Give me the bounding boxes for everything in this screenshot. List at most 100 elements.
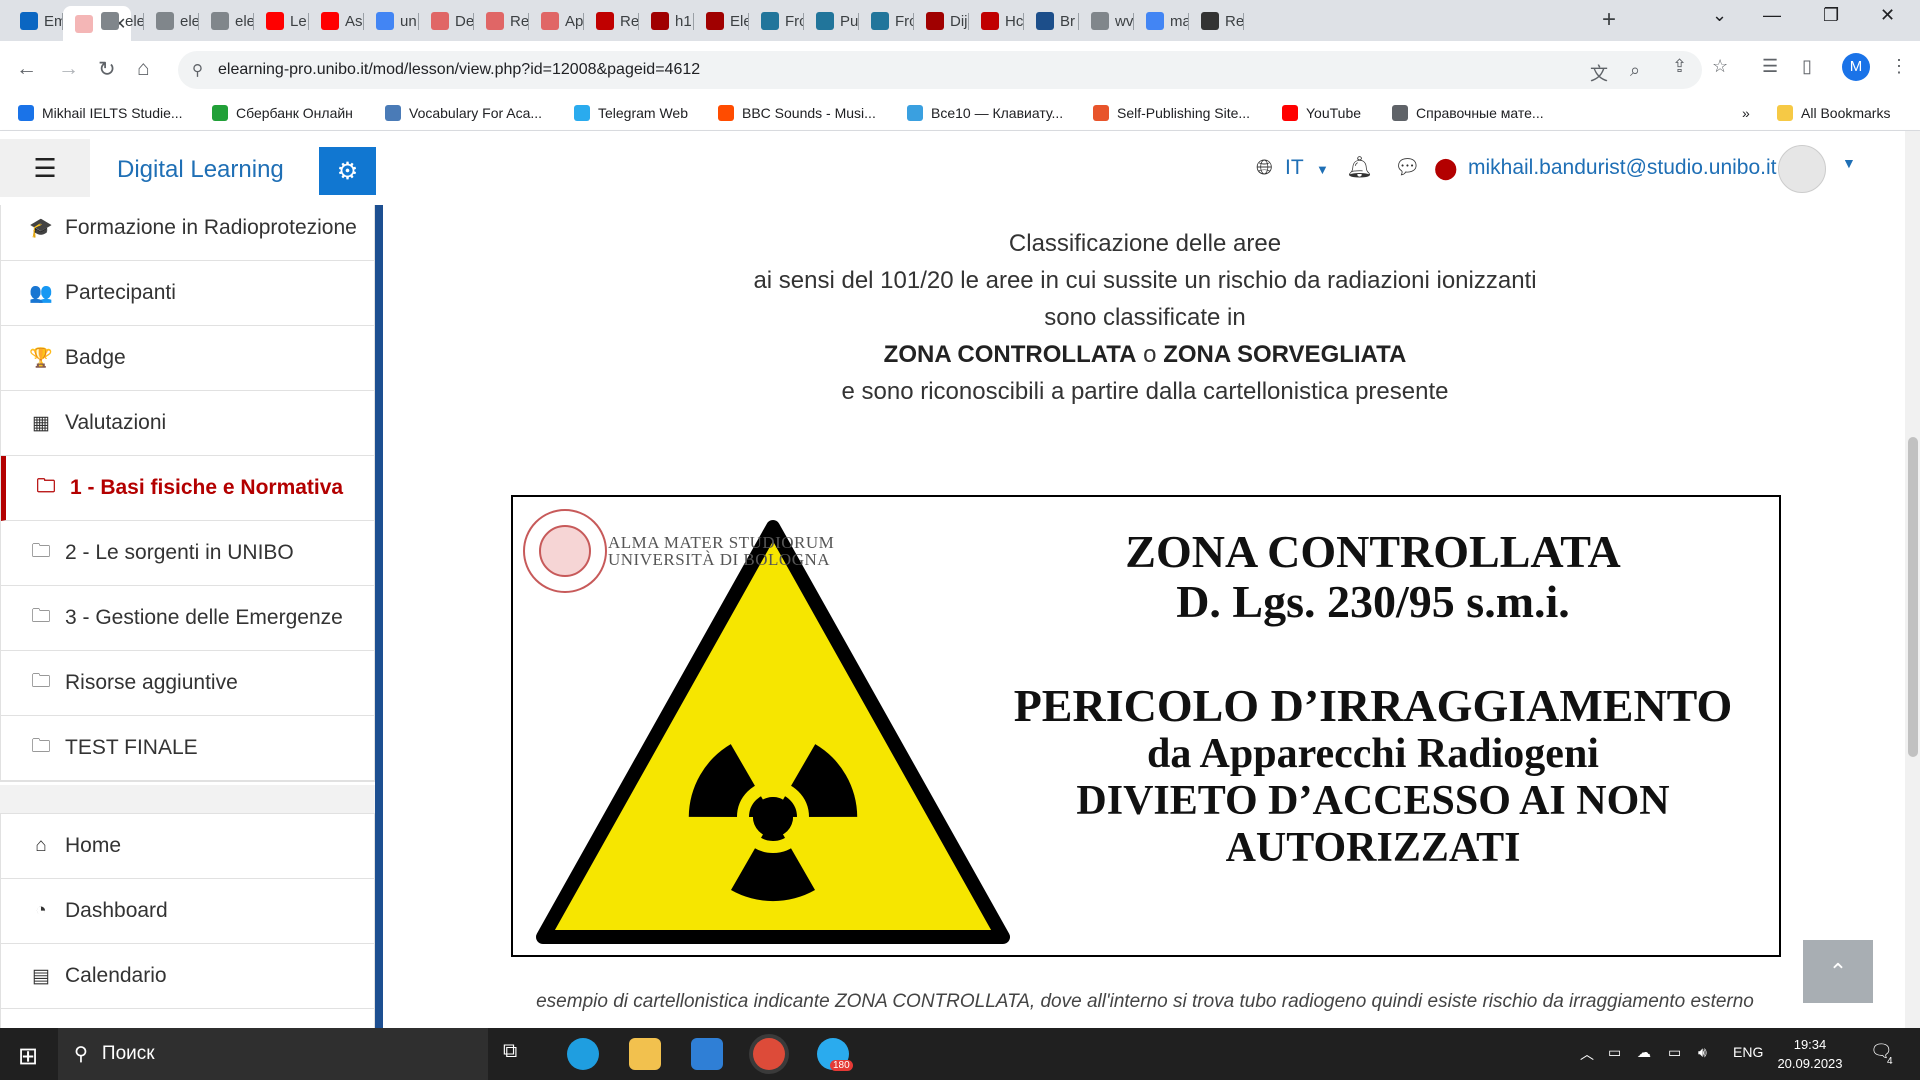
scrollbar-thumb[interactable]	[1908, 437, 1918, 757]
site-info-icon[interactable]: ⚲	[192, 61, 203, 79]
tab-search-icon[interactable]: ⌄	[1712, 5, 1727, 26]
forward-arrow-icon[interactable]: →	[58, 57, 79, 81]
input-language[interactable]: ENG	[1733, 1044, 1763, 1060]
address-bar[interactable]: ⚲ elearning-pro.unibo.it/mod/lesson/view…	[178, 51, 1702, 89]
back-arrow-icon[interactable]: ←	[16, 57, 37, 81]
tab-title: Dij	[950, 12, 968, 30]
reading-list-icon[interactable]: ☰	[1762, 56, 1778, 77]
sidebar-item[interactable]: ▤ Calendario	[1, 944, 374, 1009]
browser-tab[interactable]: Le:	[254, 6, 309, 36]
language-caret-icon[interactable]: ▼	[1316, 162, 1329, 177]
browser-tab[interactable]: Br	[1024, 6, 1079, 36]
home-button-icon[interactable]: ⌂	[137, 57, 150, 81]
user-email[interactable]: mikhail.bandurist@studio.unibo.it	[1468, 156, 1776, 180]
course-settings-cogs-icon[interactable]: ⚙	[319, 147, 376, 195]
sidebar-item[interactable]: 🏆 Badge	[1, 326, 374, 391]
browser-tab[interactable]: h1	[639, 6, 694, 36]
globe-icon[interactable]: 🌐︎	[1256, 156, 1273, 180]
browser-tab[interactable]: Ele	[694, 6, 749, 36]
share-icon[interactable]: ⇪	[1672, 56, 1687, 77]
user-avatar[interactable]	[1778, 145, 1826, 193]
browser-tab[interactable]: De	[419, 6, 474, 36]
browser-tab[interactable]: Frc	[859, 6, 914, 36]
bookmark-star-icon[interactable]: ☆	[1712, 56, 1728, 77]
sidebar-item[interactable]: 🗀 1 - Basi fisiche e Normativa	[1, 456, 374, 521]
messages-chat-icon[interactable]: 💬︎	[1394, 156, 1421, 180]
network-icon[interactable]: ▭	[1608, 1044, 1621, 1061]
browser-tab[interactable]: ma	[1134, 6, 1189, 36]
taskbar-search[interactable]: ⚲ Поиск	[58, 1028, 488, 1080]
sidebar-item[interactable]: 🗎File personali	[1, 1009, 374, 1028]
clock[interactable]: 19:34 20.09.2023	[1775, 1035, 1845, 1073]
browser-tab[interactable]: ele	[89, 6, 144, 36]
folder-icon: 🗀	[31, 541, 51, 562]
bookmark-item[interactable]: BBC Sounds - Musi...	[718, 105, 876, 121]
onedrive-cloud-icon[interactable]: ☁	[1637, 1044, 1651, 1061]
url-text[interactable]: elearning-pro.unibo.it/mod/lesson/view.p…	[218, 61, 700, 79]
menu-kebab-icon[interactable]: ⋮	[1890, 56, 1908, 77]
notifications-bell-icon[interactable]: 🔔︎	[1346, 156, 1373, 180]
zoom-icon[interactable]: ⌕	[1630, 60, 1640, 81]
browser-tab[interactable]: ele	[144, 6, 199, 36]
browser-tab[interactable]: Re	[1189, 6, 1244, 36]
edge-icon[interactable]	[567, 1038, 599, 1070]
browser-tab[interactable]: wv	[1079, 6, 1134, 36]
page-scrollbar[interactable]	[1905, 131, 1920, 1028]
file-explorer-icon[interactable]	[629, 1038, 661, 1070]
battery-icon[interactable]: ▭	[1668, 1044, 1681, 1061]
tab-title: Hc	[1005, 12, 1024, 30]
sidebar-item[interactable]: ▦ Valutazioni	[1, 391, 374, 456]
user-menu-caret-icon[interactable]: ▼	[1842, 155, 1856, 171]
maximize-button[interactable]: ❐	[1823, 5, 1839, 26]
bookmark-item[interactable]: Mikhail IELTS Studie...	[18, 105, 183, 121]
new-tab-button[interactable]: +	[1602, 6, 1616, 34]
browser-tab[interactable]: Dij	[914, 6, 969, 36]
translate-icon[interactable]: 文	[1590, 60, 1608, 86]
sidebar-item[interactable]: ⌂ Home	[1, 814, 374, 879]
profile-avatar[interactable]: M	[1842, 53, 1870, 81]
bookmark-item[interactable]: Self-Publishing Site...	[1093, 105, 1250, 121]
minimize-button[interactable]: —	[1763, 5, 1781, 26]
browser-tab[interactable]: Ap	[529, 6, 584, 36]
task-view-icon[interactable]: ⧉	[503, 1040, 535, 1072]
browser-tab[interactable]: Pu	[804, 6, 859, 36]
windows-start-icon[interactable]: ⊞	[18, 1042, 38, 1071]
browser-tab[interactable]: Hc	[969, 6, 1024, 36]
sidebar-item[interactable]: 🗀 TEST FINALE	[1, 716, 374, 781]
close-window-button[interactable]: ✕	[1880, 5, 1895, 26]
bookmark-item[interactable]: Telegram Web	[574, 105, 688, 121]
more-bookmarks-chevron[interactable]: »	[1742, 105, 1750, 121]
bookmark-item[interactable]: YouTube	[1282, 105, 1361, 121]
tray-chevron-icon[interactable]: ︿	[1580, 1044, 1594, 1064]
site-brand[interactable]: Digital Learning	[117, 156, 284, 184]
sidebar-item[interactable]: 🗀 3 - Gestione delle Emergenze	[1, 586, 374, 651]
sidebar-item[interactable]: ◔ Dashboard	[1, 879, 374, 944]
browser-tab[interactable]: Frc	[749, 6, 804, 36]
browser-tab[interactable]: un	[364, 6, 419, 36]
chrome-icon[interactable]	[753, 1038, 785, 1070]
sidebar-item[interactable]: 👥 Partecipanti	[1, 261, 374, 326]
sidebar-item[interactable]: 🗀 Risorse aggiuntive	[1, 651, 374, 716]
drawer-toggle-hamburger-icon[interactable]: ☰	[0, 139, 90, 197]
sign-source: da Apparecchi Radiogeni	[1147, 731, 1599, 777]
browser-tab[interactable]: ele	[199, 6, 254, 36]
browser-tab[interactable]: Re	[474, 6, 529, 36]
volume-icon[interactable]: 🔊︎	[1698, 1044, 1707, 1061]
reload-icon[interactable]: ↻	[98, 57, 116, 82]
browser-tab[interactable]: Re	[584, 6, 639, 36]
sidebar-item[interactable]: 🎓 Formazione in Radioprotezione	[1, 205, 374, 261]
language-selector[interactable]: IT	[1285, 156, 1304, 180]
side-panel-icon[interactable]: ▯	[1802, 56, 1812, 77]
bookmark-item[interactable]: Vocabulary For Aca...	[385, 105, 542, 121]
sidebar-item[interactable]: 🗀 2 - Le sorgenti in UNIBO	[1, 521, 374, 586]
mail-icon[interactable]	[691, 1038, 723, 1070]
bookmark-item[interactable]: Справочные мате...	[1392, 105, 1544, 121]
all-bookmarks-folder[interactable]: All Bookmarks	[1777, 105, 1890, 121]
bookmark-favicon-icon	[718, 105, 734, 121]
browser-tab[interactable]: Em	[8, 6, 63, 36]
back-to-top-button[interactable]: ⌃	[1803, 940, 1873, 1003]
university-seal-logo	[523, 509, 607, 593]
bookmark-item[interactable]: Все10 — Клавиату...	[907, 105, 1063, 121]
bookmark-item[interactable]: Сбербанк Онлайн	[212, 105, 353, 121]
browser-tab[interactable]: As	[309, 6, 364, 36]
